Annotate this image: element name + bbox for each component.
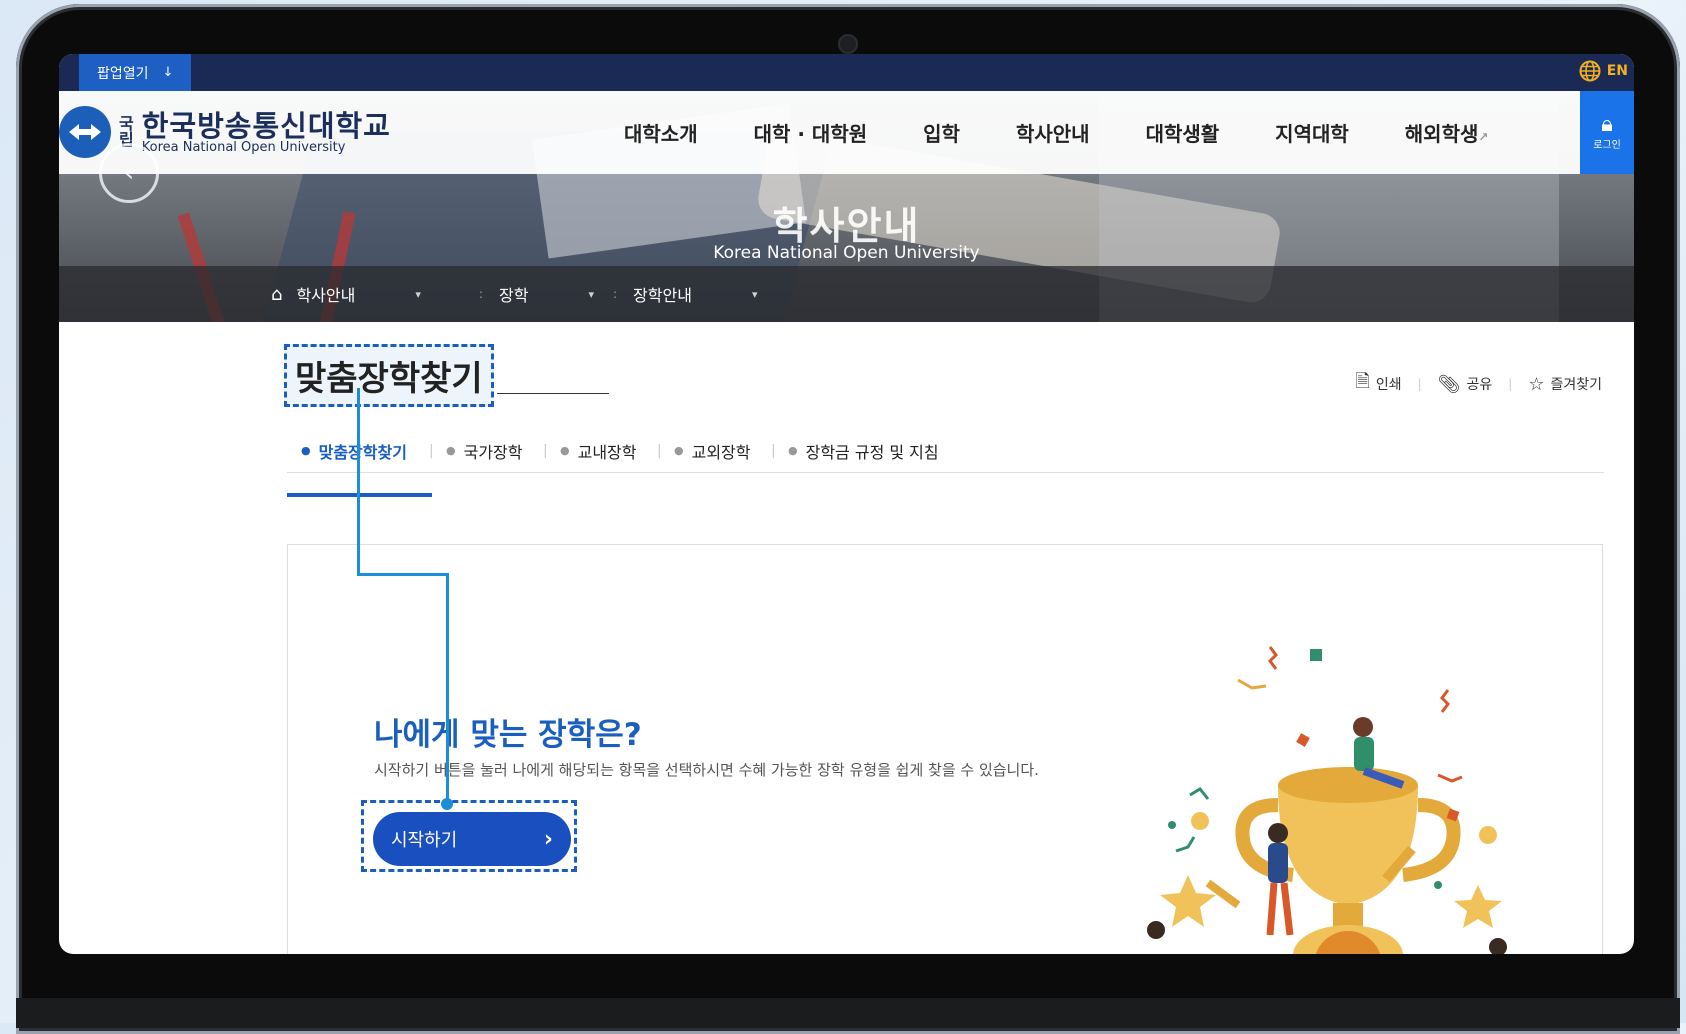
camera-icon (838, 34, 858, 54)
trophy-illustration (1147, 646, 1507, 954)
arrow-down-icon: ↓ (162, 65, 174, 80)
tab-internal-scholarship[interactable]: ● 교내장학 (560, 429, 637, 472)
breadcrumb: ⌂ 학사안내 ▾ : 장학 ▾ : 장학안내 ▾ (59, 266, 1634, 322)
nav-item-regional[interactable]: 지역대학 (1275, 118, 1349, 147)
logo-english-name: Korea National Open University (141, 139, 346, 155)
print-icon: 🗎︎ (1355, 371, 1370, 392)
home-icon: ⌂ (271, 283, 283, 305)
print-button[interactable]: 🗎︎ 인쇄 (1355, 369, 1401, 399)
tab-scholarship-regulations[interactable]: ● 장학금 규정 및 지침 (788, 429, 939, 472)
hero-subtitle: Korea National Open University (713, 243, 980, 263)
nav-item-international[interactable]: 해외학생↗ (1405, 118, 1489, 147)
star-icon: ☆ (1528, 373, 1545, 395)
chevron-down-icon: ▾ (415, 287, 421, 301)
page-utilities: 🗎︎ 인쇄 | 📎︎ 공유 | ☆ 즐겨찾기 (1355, 369, 1602, 399)
callout-connector (446, 573, 449, 804)
callout-connector (357, 388, 360, 576)
top-utility-bar: 팝업열기 ↓ EN (59, 54, 1634, 91)
chevron-right-icon: › (543, 826, 553, 852)
tab-national-scholarship[interactable]: ● 국가장학 (446, 429, 523, 472)
globe-icon (1579, 60, 1601, 82)
laptop-chin (16, 998, 1680, 1028)
tab-external-scholarship[interactable]: ● 교외장학 (674, 429, 751, 472)
chevron-down-icon: ▾ (588, 287, 595, 301)
card-description: 시작하기 버튼을 눌러 나에게 해당되는 항목을 선택하시면 수혜 가능한 장학… (374, 761, 1039, 779)
external-link-icon: ↗ (1478, 130, 1489, 144)
hero-prev-button[interactable]: ‹ (99, 143, 159, 203)
nav-item-campus-life[interactable]: 대학생활 (1146, 118, 1220, 147)
custom-scholarship-card: 나에게 맞는 장학은? 시작하기 버튼을 눌러 나에게 해당되는 항목을 선택하… (287, 544, 1603, 954)
login-button[interactable]: 🔒︎ 로그인 (1580, 91, 1634, 174)
nav-item-colleges[interactable]: 대학 · 대학원 (754, 118, 868, 147)
main-nav: 대학소개 대학 · 대학원 입학 학사안내 대학생활 지역대학 해외학생↗ (624, 91, 1544, 174)
nav-item-admission[interactable]: 입학 (923, 118, 960, 147)
start-button-label: 시작하기 (391, 830, 458, 851)
nav-item-academics[interactable]: 학사안내 (1016, 118, 1090, 147)
popup-open-label: 팝업열기 (97, 65, 149, 82)
page-title: 맞춤장학찾기 (284, 344, 494, 407)
logo-emblem-icon (59, 106, 111, 158)
callout-dot (441, 798, 453, 810)
tab-custom-scholarship[interactable]: ● 맞춤장학찾기 (301, 429, 407, 472)
breadcrumb-item-2[interactable]: : 장학 ▾ (463, 266, 594, 322)
lock-icon: 🔒︎ (1601, 112, 1613, 137)
breadcrumb-item-3[interactable]: : 장학안내 ▾ (597, 266, 757, 322)
popup-open-button[interactable]: 팝업열기 ↓ (79, 54, 191, 91)
start-button-highlight: 시작하기 › (361, 800, 577, 872)
paperclip-icon: 📎︎ (1437, 373, 1461, 395)
chevron-down-icon: ▾ (751, 287, 758, 301)
language-label: EN (1606, 63, 1628, 79)
breadcrumb-item-1[interactable]: ⌂ 학사안내 ▾ (271, 266, 421, 322)
site-header: 국 립 한국방송통신대학교 Korea National Open Univer… (59, 91, 1634, 174)
start-button[interactable]: 시작하기 › (373, 812, 571, 866)
logo-korean-name: 한국방송통신대학교 (141, 108, 391, 143)
share-button[interactable]: 📎︎ 공유 (1438, 374, 1493, 395)
chevron-left-icon: ‹ (123, 158, 135, 188)
language-switch[interactable]: EN (1579, 60, 1628, 82)
hero-title: 학사안내 (772, 204, 921, 248)
card-heading: 나에게 맞는 장학은? (374, 717, 642, 753)
bookmark-button[interactable]: ☆ 즐겨찾기 (1528, 374, 1602, 395)
nav-item-about[interactable]: 대학소개 (624, 118, 698, 147)
browser-screen: 학사안내 Korea National Open University 팝업열기… (59, 54, 1634, 954)
login-label: 로그인 (1593, 140, 1621, 151)
title-underline (497, 393, 609, 394)
callout-connector (357, 573, 449, 576)
